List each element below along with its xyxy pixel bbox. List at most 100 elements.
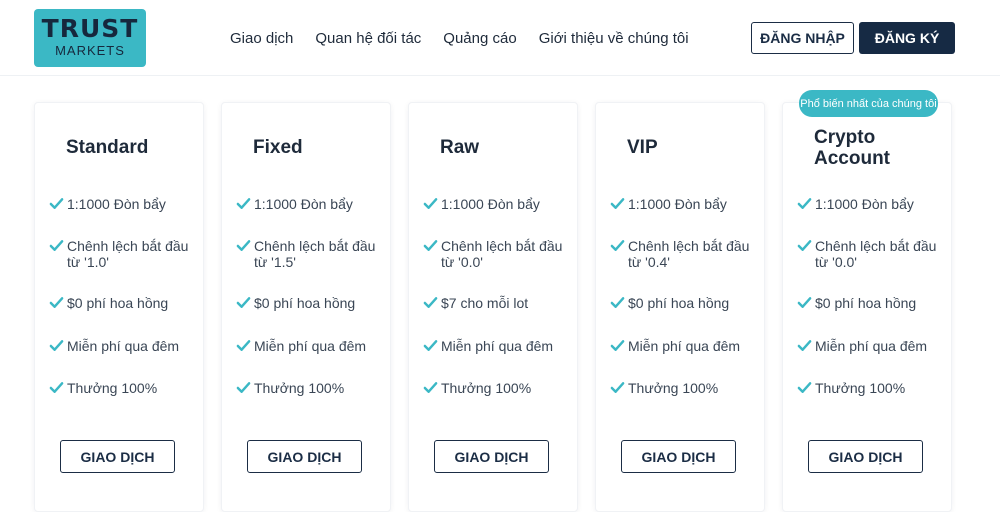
trade-button-raw[interactable]: GIAO DỊCH: [434, 440, 549, 473]
check-icon: [49, 297, 64, 308]
feature-item: Chênh lệch bắt đầu từ '0.0': [797, 238, 947, 270]
feature-text: $0 phí hoa hồng: [254, 295, 356, 311]
check-icon: [797, 198, 812, 209]
check-icon: [423, 340, 438, 351]
nav-link-partnership[interactable]: Quan hệ đối tác: [315, 30, 421, 48]
card-title: Fixed: [253, 137, 303, 158]
feature-text: Thưởng 100%: [67, 380, 158, 396]
feature-item: Thưởng 100%: [236, 380, 386, 396]
feature-item: $0 phí hoa hồng: [236, 295, 386, 311]
register-button[interactable]: ĐĂNG KÝ: [859, 22, 955, 54]
feature-text: 1:1000 Đòn bẩy: [254, 196, 353, 212]
check-icon: [797, 240, 812, 251]
check-icon: [610, 297, 625, 308]
feature-item: Miễn phí qua đêm: [423, 338, 573, 354]
check-icon: [49, 198, 64, 209]
feature-text: Thưởng 100%: [254, 380, 345, 396]
check-icon: [423, 198, 438, 209]
feature-text: Thưởng 100%: [441, 380, 532, 396]
feature-item: Miễn phí qua đêm: [797, 338, 947, 354]
feature-item: $0 phí hoa hồng: [49, 295, 199, 311]
check-icon: [423, 382, 438, 393]
login-button[interactable]: ĐĂNG NHẬP: [751, 22, 854, 54]
trade-button-fixed[interactable]: GIAO DỊCH: [247, 440, 362, 473]
check-icon: [797, 382, 812, 393]
check-icon: [236, 382, 251, 393]
feature-item: $7 cho mỗi lot: [423, 295, 573, 311]
feature-text: $0 phí hoa hồng: [815, 295, 917, 311]
feature-text: Miễn phí qua đêm: [254, 338, 367, 354]
feature-text: $0 phí hoa hồng: [67, 295, 169, 311]
feature-item: Miễn phí qua đêm: [49, 338, 199, 354]
check-icon: [423, 297, 438, 308]
feature-item: 1:1000 Đòn bẩy: [49, 196, 199, 212]
feature-text: Chênh lệch bắt đầu từ '0.0': [815, 238, 937, 270]
check-icon: [610, 198, 625, 209]
account-card-raw: Raw 1:1000 Đòn bẩy Chênh lệch bắt đầu từ…: [408, 102, 578, 512]
card-title: Crypto Account: [814, 127, 890, 169]
logo-wordmark-bottom: MARKETS: [55, 43, 125, 58]
feature-text: 1:1000 Đòn bẩy: [67, 196, 166, 212]
feature-text: $0 phí hoa hồng: [628, 295, 730, 311]
account-card-fixed: Fixed 1:1000 Đòn bẩy Chênh lệch bắt đầu …: [221, 102, 391, 512]
feature-item: Miễn phí qua đêm: [236, 338, 386, 354]
feature-item: Chênh lệch bắt đầu từ '0.0': [423, 238, 573, 270]
check-icon: [610, 340, 625, 351]
feature-item: 1:1000 Đòn bẩy: [236, 196, 386, 212]
check-icon: [49, 240, 64, 251]
check-icon: [49, 340, 64, 351]
feature-text: Miễn phí qua đêm: [67, 338, 180, 354]
feature-text: Thưởng 100%: [815, 380, 906, 396]
check-icon: [797, 340, 812, 351]
feature-item: $0 phí hoa hồng: [797, 295, 947, 311]
check-icon: [236, 240, 251, 251]
trust-markets-logo[interactable]: TRUST MARKETS: [34, 9, 146, 67]
check-icon: [49, 382, 64, 393]
trade-button-vip[interactable]: GIAO DỊCH: [621, 440, 736, 473]
feature-item: Thưởng 100%: [423, 380, 573, 396]
nav-link-promotions[interactable]: Quảng cáo: [443, 30, 516, 48]
feature-text: Chênh lệch bắt đầu từ '1.0': [67, 238, 189, 270]
check-icon: [610, 382, 625, 393]
feature-item: Chênh lệch bắt đầu từ '0.4': [610, 238, 760, 270]
feature-item: 1:1000 Đòn bẩy: [610, 196, 760, 212]
account-card-crypto: Crypto Account 1:1000 Đòn bẩy Chênh lệch…: [782, 102, 952, 512]
feature-text: Chênh lệch bắt đầu từ '0.4': [628, 238, 750, 270]
feature-text: Thưởng 100%: [628, 380, 719, 396]
feature-item: Thưởng 100%: [610, 380, 760, 396]
check-icon: [797, 297, 812, 308]
logo-wordmark-top: TRUST: [41, 14, 139, 43]
feature-text: 1:1000 Đòn bẩy: [441, 196, 540, 212]
most-popular-badge: Phổ biến nhất của chúng tôi: [799, 90, 938, 117]
feature-item: Thưởng 100%: [797, 380, 947, 396]
trade-button-standard[interactable]: GIAO DỊCH: [60, 440, 175, 473]
check-icon: [236, 198, 251, 209]
feature-text: Miễn phí qua đêm: [441, 338, 554, 354]
feature-item: Miễn phí qua đêm: [610, 338, 760, 354]
feature-text: Chênh lệch bắt đầu từ '1.5': [254, 238, 376, 270]
main-nav: Giao dịch Quan hệ đối tác Quảng cáo Giới…: [230, 30, 711, 48]
feature-item: $0 phí hoa hồng: [610, 295, 760, 311]
feature-item: 1:1000 Đòn bẩy: [797, 196, 947, 212]
trade-button-crypto[interactable]: GIAO DỊCH: [808, 440, 923, 473]
account-card-vip: VIP 1:1000 Đòn bẩy Chênh lệch bắt đầu từ…: [595, 102, 765, 512]
feature-text: $7 cho mỗi lot: [441, 295, 529, 311]
feature-item: Chênh lệch bắt đầu từ '1.0': [49, 238, 199, 270]
card-title: VIP: [627, 137, 658, 158]
top-header: TRUST MARKETS Giao dịch Quan hệ đối tác …: [0, 0, 1000, 76]
check-icon: [236, 340, 251, 351]
nav-link-trading[interactable]: Giao dịch: [230, 30, 293, 48]
feature-item: 1:1000 Đòn bẩy: [423, 196, 573, 212]
check-icon: [236, 297, 251, 308]
feature-text: Miễn phí qua đêm: [815, 338, 928, 354]
check-icon: [610, 240, 625, 251]
check-icon: [423, 240, 438, 251]
feature-text: 1:1000 Đòn bẩy: [628, 196, 727, 212]
feature-item: Thưởng 100%: [49, 380, 199, 396]
account-card-standard: Standard 1:1000 Đòn bẩy Chênh lệch bắt đ…: [34, 102, 204, 512]
feature-text: 1:1000 Đòn bẩy: [815, 196, 914, 212]
feature-text: Miễn phí qua đêm: [628, 338, 741, 354]
card-title: Standard: [66, 137, 149, 158]
feature-text: Chênh lệch bắt đầu từ '0.0': [441, 238, 563, 270]
nav-link-about-us[interactable]: Giới thiệu về chúng tôi: [539, 30, 689, 48]
